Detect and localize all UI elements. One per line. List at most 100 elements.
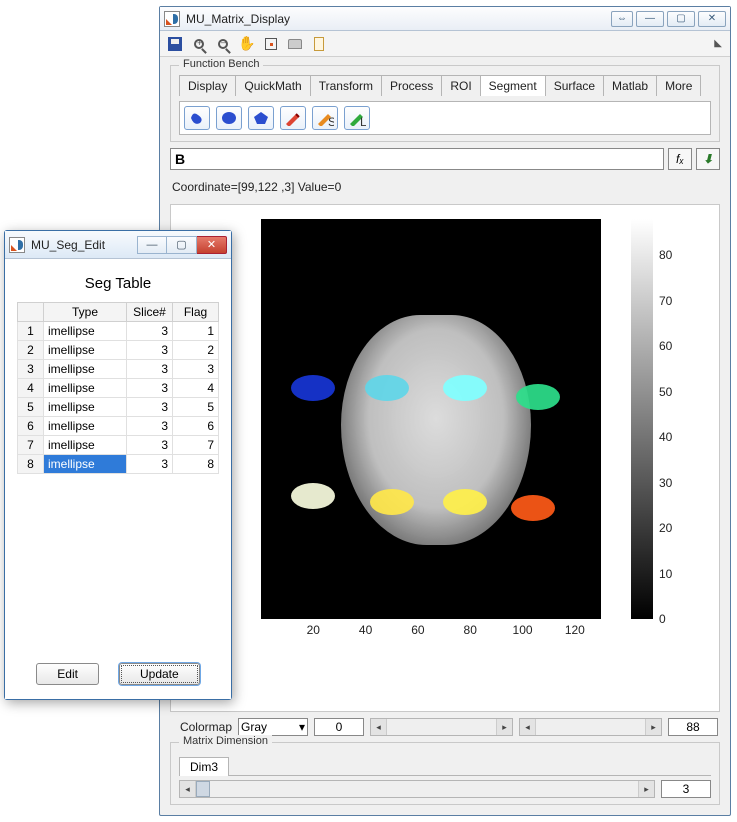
colormap-high-slider[interactable]: ◂ ▸ [519, 718, 662, 736]
segment-tool-row: S L [179, 101, 711, 135]
dimension-slider[interactable]: ◂ ▸ [179, 780, 655, 798]
zoom-in-tool[interactable] [188, 34, 210, 54]
maximize-button[interactable]: ▢ [667, 11, 695, 27]
seg-tool-ellipse[interactable] [216, 106, 242, 130]
colormap-low-slider[interactable]: ◂ ▸ [370, 718, 513, 736]
tab-roi[interactable]: ROI [442, 75, 480, 96]
slider-left-icon[interactable]: ◂ [371, 719, 387, 735]
tab-segment[interactable]: Segment [481, 75, 546, 96]
dimension-value-input[interactable]: 3 [661, 780, 711, 798]
table-row[interactable]: 8imellipse38 [18, 455, 219, 474]
cell-type[interactable]: imellipse [44, 455, 127, 474]
seg-col-header[interactable]: Type [44, 303, 127, 322]
seg-tool-pencil-red[interactable] [280, 106, 306, 130]
slider-thumb[interactable] [196, 781, 210, 797]
tab-transform[interactable]: Transform [311, 75, 382, 96]
tab-display[interactable]: Display [179, 75, 236, 96]
dim-tab[interactable]: Dim3 [179, 757, 229, 776]
seg-tool-pencil-green[interactable]: L [344, 106, 370, 130]
segment-ellipse-6[interactable] [370, 489, 414, 515]
cell-type[interactable]: imellipse [44, 379, 127, 398]
formula-input[interactable]: B [170, 148, 664, 170]
cell-flag[interactable]: 1 [173, 322, 219, 341]
tab-quickmath[interactable]: QuickMath [236, 75, 310, 96]
cell-type[interactable]: imellipse [44, 417, 127, 436]
cell-type[interactable]: imellipse [44, 322, 127, 341]
seg-tool-freeform[interactable] [184, 106, 210, 130]
minimize-button[interactable]: — [636, 11, 664, 27]
fx-button[interactable]: fₓ [668, 148, 692, 170]
colormap-low-input[interactable]: 0 [314, 718, 364, 736]
datacursor-tool[interactable] [260, 34, 282, 54]
table-row[interactable]: 5imellipse35 [18, 398, 219, 417]
seg-col-header[interactable]: Slice# [127, 303, 173, 322]
seg-tool-pencil-orange[interactable]: S [312, 106, 338, 130]
segment-ellipse-7[interactable] [443, 489, 487, 515]
cell-flag[interactable]: 8 [173, 455, 219, 474]
tab-more[interactable]: More [657, 75, 701, 96]
cell-slice[interactable]: 3 [127, 360, 173, 379]
colormap-high-input[interactable]: 88 [668, 718, 718, 736]
coordinate-readout: Coordinate=[99,122 ,3] Value=0 [170, 176, 720, 198]
slider-left-icon[interactable]: ◂ [180, 781, 196, 797]
slider-left-icon[interactable]: ◂ [520, 719, 536, 735]
table-row[interactable]: 4imellipse34 [18, 379, 219, 398]
image-display[interactable]: 20406080100120 01020304050607080 [170, 204, 720, 712]
cell-flag[interactable]: 2 [173, 341, 219, 360]
close-button[interactable]: ✕ [698, 11, 726, 27]
seg-table[interactable]: TypeSlice#Flag 1imellipse312imellipse323… [17, 302, 219, 474]
slider-right-icon[interactable]: ▸ [496, 719, 512, 735]
download-button[interactable]: ⬇ [696, 148, 720, 170]
dock-menu-icon[interactable]: ◣ [714, 38, 726, 49]
main-titlebar[interactable]: MU_Matrix_Display ⇔ — ▢ ✕ [160, 7, 730, 31]
edit-button[interactable]: Edit [36, 663, 99, 685]
matrix-dimension-group: Matrix Dimension Dim3 ◂ ▸ 3 [170, 742, 720, 805]
undock-button[interactable]: ⇔ [611, 11, 633, 27]
zoom-in-icon [194, 39, 204, 49]
table-row[interactable]: 6imellipse36 [18, 417, 219, 436]
seg-col-header[interactable]: Flag [173, 303, 219, 322]
cell-flag[interactable]: 6 [173, 417, 219, 436]
cell-type[interactable]: imellipse [44, 398, 127, 417]
cell-slice[interactable]: 3 [127, 379, 173, 398]
table-row[interactable]: 2imellipse32 [18, 341, 219, 360]
cell-slice[interactable]: 3 [127, 417, 173, 436]
colormap-select[interactable]: Gray ▾ [238, 718, 308, 736]
save-tool[interactable] [164, 34, 186, 54]
tab-process[interactable]: Process [382, 75, 442, 96]
pan-tool[interactable]: ✋ [236, 34, 258, 54]
freeform-icon [188, 110, 206, 126]
cell-type[interactable]: imellipse [44, 360, 127, 379]
slider-right-icon[interactable]: ▸ [645, 719, 661, 735]
cell-flag[interactable]: 5 [173, 398, 219, 417]
cell-type[interactable]: imellipse [44, 436, 127, 455]
seg-close-button[interactable]: ✕ [197, 236, 227, 254]
print-tool[interactable] [284, 34, 306, 54]
cell-slice[interactable]: 3 [127, 341, 173, 360]
cell-slice[interactable]: 3 [127, 398, 173, 417]
cell-flag[interactable]: 4 [173, 379, 219, 398]
colormap-value: Gray [241, 720, 267, 734]
update-button[interactable]: Update [119, 663, 200, 685]
cell-slice[interactable]: 3 [127, 455, 173, 474]
cell-flag[interactable]: 3 [173, 360, 219, 379]
seg-minimize-button[interactable]: — [137, 236, 167, 254]
tab-surface[interactable]: Surface [546, 75, 604, 96]
cell-slice[interactable]: 3 [127, 322, 173, 341]
seg-col-header[interactable] [18, 303, 44, 322]
table-row[interactable]: 1imellipse31 [18, 322, 219, 341]
seg-maximize-button[interactable]: ▢ [167, 236, 197, 254]
doc-tool[interactable] [308, 34, 330, 54]
cell-slice[interactable]: 3 [127, 436, 173, 455]
cell-flag[interactable]: 7 [173, 436, 219, 455]
cell-type[interactable]: imellipse [44, 341, 127, 360]
seg-titlebar[interactable]: MU_Seg_Edit — ▢ ✕ [5, 231, 231, 259]
tab-matlab[interactable]: Matlab [604, 75, 657, 96]
segment-ellipse-2[interactable] [365, 375, 409, 401]
zoom-out-tool[interactable] [212, 34, 234, 54]
seg-tool-polygon[interactable] [248, 106, 274, 130]
table-row[interactable]: 3imellipse33 [18, 360, 219, 379]
slider-right-icon[interactable]: ▸ [638, 781, 654, 797]
table-row[interactable]: 7imellipse37 [18, 436, 219, 455]
segment-ellipse-5[interactable] [291, 483, 335, 509]
